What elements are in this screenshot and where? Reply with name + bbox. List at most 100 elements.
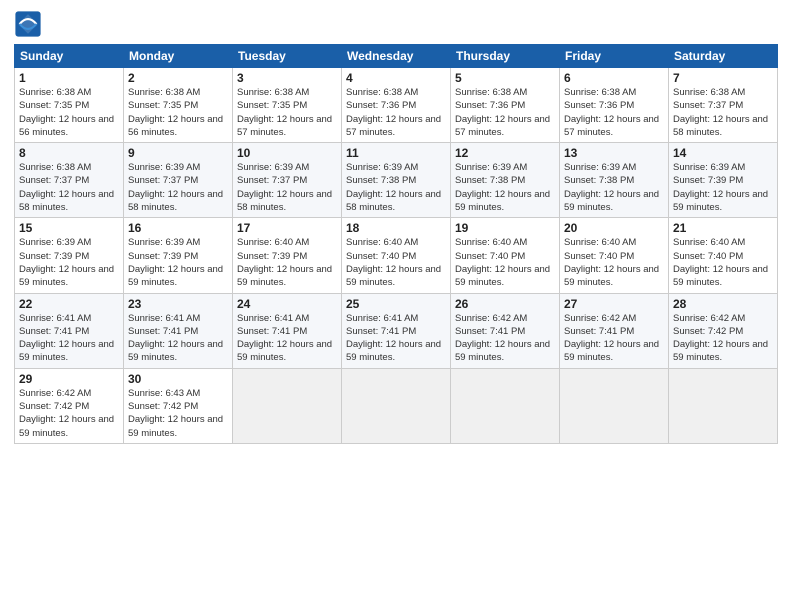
- day-cell: 4Sunrise: 6:38 AMSunset: 7:36 PMDaylight…: [342, 68, 451, 143]
- day-info: Sunrise: 6:39 AMSunset: 7:38 PMDaylight:…: [564, 161, 664, 214]
- day-info: Sunrise: 6:41 AMSunset: 7:41 PMDaylight:…: [346, 312, 446, 365]
- day-number: 19: [455, 221, 555, 235]
- day-cell: 8Sunrise: 6:38 AMSunset: 7:37 PMDaylight…: [15, 143, 124, 218]
- col-header-thursday: Thursday: [451, 45, 560, 68]
- day-cell: 25Sunrise: 6:41 AMSunset: 7:41 PMDayligh…: [342, 293, 451, 368]
- day-info: Sunrise: 6:38 AMSunset: 7:35 PMDaylight:…: [237, 86, 337, 139]
- day-cell: 10Sunrise: 6:39 AMSunset: 7:37 PMDayligh…: [233, 143, 342, 218]
- day-cell: [233, 368, 342, 443]
- week-row-1: 1Sunrise: 6:38 AMSunset: 7:35 PMDaylight…: [15, 68, 778, 143]
- day-number: 15: [19, 221, 119, 235]
- day-info: Sunrise: 6:39 AMSunset: 7:39 PMDaylight:…: [673, 161, 773, 214]
- day-cell: 5Sunrise: 6:38 AMSunset: 7:36 PMDaylight…: [451, 68, 560, 143]
- day-number: 14: [673, 146, 773, 160]
- day-info: Sunrise: 6:38 AMSunset: 7:37 PMDaylight:…: [19, 161, 119, 214]
- day-info: Sunrise: 6:39 AMSunset: 7:37 PMDaylight:…: [237, 161, 337, 214]
- day-number: 23: [128, 297, 228, 311]
- day-cell: 27Sunrise: 6:42 AMSunset: 7:41 PMDayligh…: [560, 293, 669, 368]
- day-info: Sunrise: 6:40 AMSunset: 7:40 PMDaylight:…: [455, 236, 555, 289]
- day-cell: 24Sunrise: 6:41 AMSunset: 7:41 PMDayligh…: [233, 293, 342, 368]
- week-row-5: 29Sunrise: 6:42 AMSunset: 7:42 PMDayligh…: [15, 368, 778, 443]
- day-info: Sunrise: 6:41 AMSunset: 7:41 PMDaylight:…: [128, 312, 228, 365]
- day-cell: [451, 368, 560, 443]
- logo-icon: [14, 10, 42, 38]
- day-info: Sunrise: 6:41 AMSunset: 7:41 PMDaylight:…: [237, 312, 337, 365]
- header: [14, 10, 778, 38]
- day-number: 8: [19, 146, 119, 160]
- col-header-monday: Monday: [124, 45, 233, 68]
- day-info: Sunrise: 6:40 AMSunset: 7:39 PMDaylight:…: [237, 236, 337, 289]
- day-cell: 30Sunrise: 6:43 AMSunset: 7:42 PMDayligh…: [124, 368, 233, 443]
- day-info: Sunrise: 6:39 AMSunset: 7:38 PMDaylight:…: [346, 161, 446, 214]
- day-cell: 22Sunrise: 6:41 AMSunset: 7:41 PMDayligh…: [15, 293, 124, 368]
- day-cell: [342, 368, 451, 443]
- day-number: 11: [346, 146, 446, 160]
- day-info: Sunrise: 6:38 AMSunset: 7:35 PMDaylight:…: [128, 86, 228, 139]
- day-info: Sunrise: 6:38 AMSunset: 7:36 PMDaylight:…: [564, 86, 664, 139]
- day-cell: 18Sunrise: 6:40 AMSunset: 7:40 PMDayligh…: [342, 218, 451, 293]
- day-cell: 1Sunrise: 6:38 AMSunset: 7:35 PMDaylight…: [15, 68, 124, 143]
- day-cell: 15Sunrise: 6:39 AMSunset: 7:39 PMDayligh…: [15, 218, 124, 293]
- day-info: Sunrise: 6:43 AMSunset: 7:42 PMDaylight:…: [128, 387, 228, 440]
- day-number: 16: [128, 221, 228, 235]
- header-row: SundayMondayTuesdayWednesdayThursdayFrid…: [15, 45, 778, 68]
- day-info: Sunrise: 6:42 AMSunset: 7:41 PMDaylight:…: [564, 312, 664, 365]
- day-cell: 20Sunrise: 6:40 AMSunset: 7:40 PMDayligh…: [560, 218, 669, 293]
- calendar: SundayMondayTuesdayWednesdayThursdayFrid…: [14, 44, 778, 444]
- col-header-wednesday: Wednesday: [342, 45, 451, 68]
- day-info: Sunrise: 6:41 AMSunset: 7:41 PMDaylight:…: [19, 312, 119, 365]
- day-cell: 28Sunrise: 6:42 AMSunset: 7:42 PMDayligh…: [669, 293, 778, 368]
- page: SundayMondayTuesdayWednesdayThursdayFrid…: [0, 0, 792, 612]
- day-cell: 11Sunrise: 6:39 AMSunset: 7:38 PMDayligh…: [342, 143, 451, 218]
- day-number: 18: [346, 221, 446, 235]
- day-number: 12: [455, 146, 555, 160]
- col-header-saturday: Saturday: [669, 45, 778, 68]
- day-number: 27: [564, 297, 664, 311]
- day-info: Sunrise: 6:38 AMSunset: 7:36 PMDaylight:…: [455, 86, 555, 139]
- day-number: 6: [564, 71, 664, 85]
- week-row-2: 8Sunrise: 6:38 AMSunset: 7:37 PMDaylight…: [15, 143, 778, 218]
- day-number: 21: [673, 221, 773, 235]
- day-info: Sunrise: 6:40 AMSunset: 7:40 PMDaylight:…: [346, 236, 446, 289]
- day-info: Sunrise: 6:38 AMSunset: 7:36 PMDaylight:…: [346, 86, 446, 139]
- day-cell: 12Sunrise: 6:39 AMSunset: 7:38 PMDayligh…: [451, 143, 560, 218]
- day-cell: 26Sunrise: 6:42 AMSunset: 7:41 PMDayligh…: [451, 293, 560, 368]
- day-info: Sunrise: 6:39 AMSunset: 7:39 PMDaylight:…: [128, 236, 228, 289]
- day-info: Sunrise: 6:40 AMSunset: 7:40 PMDaylight:…: [673, 236, 773, 289]
- day-number: 17: [237, 221, 337, 235]
- day-number: 25: [346, 297, 446, 311]
- day-number: 29: [19, 372, 119, 386]
- week-row-4: 22Sunrise: 6:41 AMSunset: 7:41 PMDayligh…: [15, 293, 778, 368]
- day-number: 9: [128, 146, 228, 160]
- day-info: Sunrise: 6:39 AMSunset: 7:37 PMDaylight:…: [128, 161, 228, 214]
- day-cell: 3Sunrise: 6:38 AMSunset: 7:35 PMDaylight…: [233, 68, 342, 143]
- day-cell: 23Sunrise: 6:41 AMSunset: 7:41 PMDayligh…: [124, 293, 233, 368]
- week-row-3: 15Sunrise: 6:39 AMSunset: 7:39 PMDayligh…: [15, 218, 778, 293]
- day-info: Sunrise: 6:42 AMSunset: 7:42 PMDaylight:…: [673, 312, 773, 365]
- day-cell: 21Sunrise: 6:40 AMSunset: 7:40 PMDayligh…: [669, 218, 778, 293]
- day-cell: 19Sunrise: 6:40 AMSunset: 7:40 PMDayligh…: [451, 218, 560, 293]
- day-info: Sunrise: 6:40 AMSunset: 7:40 PMDaylight:…: [564, 236, 664, 289]
- day-number: 28: [673, 297, 773, 311]
- col-header-sunday: Sunday: [15, 45, 124, 68]
- day-number: 10: [237, 146, 337, 160]
- day-cell: 16Sunrise: 6:39 AMSunset: 7:39 PMDayligh…: [124, 218, 233, 293]
- day-cell: 7Sunrise: 6:38 AMSunset: 7:37 PMDaylight…: [669, 68, 778, 143]
- day-cell: 6Sunrise: 6:38 AMSunset: 7:36 PMDaylight…: [560, 68, 669, 143]
- day-number: 20: [564, 221, 664, 235]
- day-cell: 2Sunrise: 6:38 AMSunset: 7:35 PMDaylight…: [124, 68, 233, 143]
- day-number: 2: [128, 71, 228, 85]
- day-number: 4: [346, 71, 446, 85]
- day-info: Sunrise: 6:39 AMSunset: 7:39 PMDaylight:…: [19, 236, 119, 289]
- day-info: Sunrise: 6:38 AMSunset: 7:37 PMDaylight:…: [673, 86, 773, 139]
- day-info: Sunrise: 6:42 AMSunset: 7:42 PMDaylight:…: [19, 387, 119, 440]
- col-header-tuesday: Tuesday: [233, 45, 342, 68]
- day-number: 24: [237, 297, 337, 311]
- day-number: 30: [128, 372, 228, 386]
- day-info: Sunrise: 6:39 AMSunset: 7:38 PMDaylight:…: [455, 161, 555, 214]
- day-cell: [560, 368, 669, 443]
- day-cell: 9Sunrise: 6:39 AMSunset: 7:37 PMDaylight…: [124, 143, 233, 218]
- day-number: 7: [673, 71, 773, 85]
- day-info: Sunrise: 6:38 AMSunset: 7:35 PMDaylight:…: [19, 86, 119, 139]
- day-number: 22: [19, 297, 119, 311]
